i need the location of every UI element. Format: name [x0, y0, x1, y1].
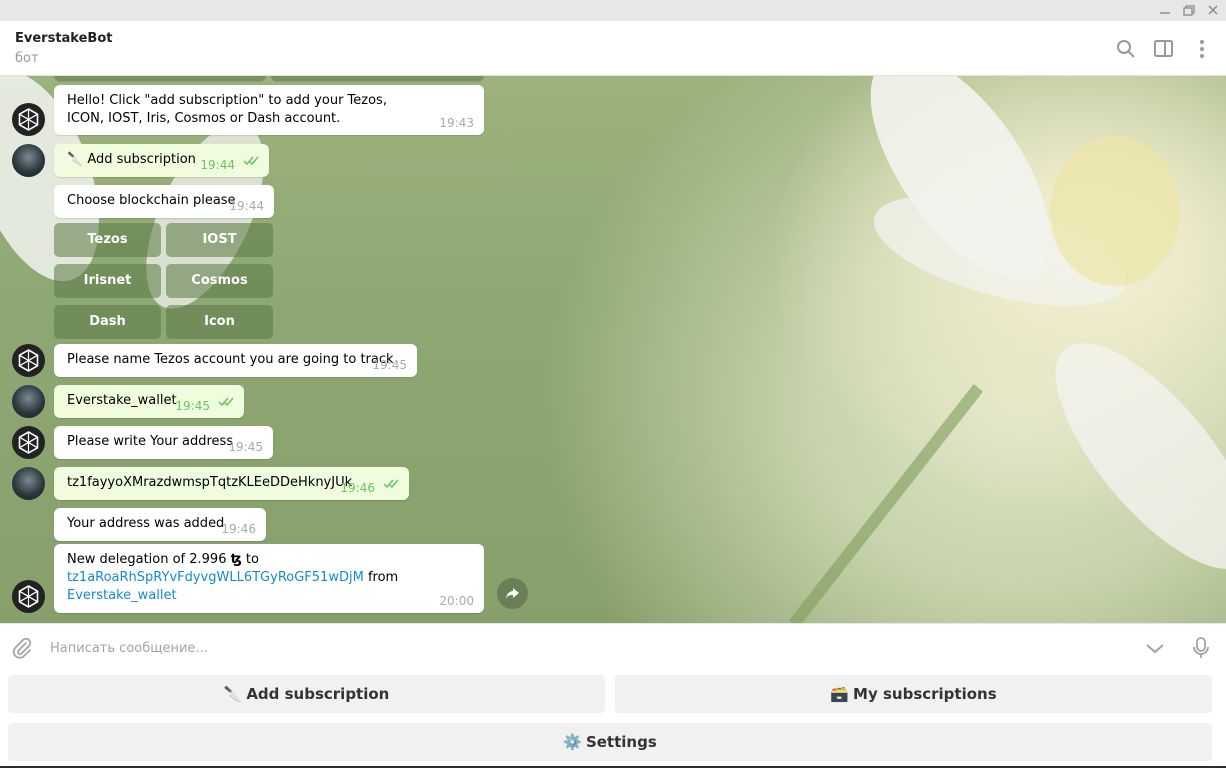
message-text: Choose blockchain please [67, 193, 236, 208]
message-bubble[interactable]: Please write Your address 19:45 [54, 426, 273, 459]
restore-icon[interactable] [1179, 2, 1199, 19]
chat-header: EverstakeBot бот [0, 21, 1226, 76]
previous-keyboard-button[interactable] [54, 76, 266, 81]
message-time: 19:45 [228, 440, 263, 454]
button-label: Settings [585, 733, 657, 751]
chevron-down-icon[interactable] [1143, 636, 1167, 660]
message-line: New delegation of 2.996 ꜩ to [67, 551, 471, 569]
inline-button-tezos[interactable]: Tezos [54, 223, 161, 257]
message-line: tz1aRoaRhSpRYvFdyvgWLL6TGyRoGF51wDjM fro… [67, 569, 471, 587]
message-text: from [367, 570, 399, 585]
message-time: 19:44 [200, 158, 235, 172]
card-file-box-icon: 🗃️ [830, 685, 850, 703]
message-text: Hello! Click "add subscription" to add y… [67, 93, 387, 126]
message-bubble[interactable]: Please name Tezos account you are going … [54, 344, 417, 377]
previous-keyboard-button[interactable] [271, 76, 484, 81]
message-text: Please write Your address [67, 434, 234, 449]
message-text: Please name Tezos account you are going … [67, 352, 394, 367]
inline-button-icon[interactable]: Icon [166, 305, 273, 339]
knife-emoji-icon: 🔪 [67, 152, 84, 167]
search-icon[interactable] [1114, 37, 1138, 61]
message-input[interactable] [50, 637, 1130, 659]
inline-button-irisnet[interactable]: Irisnet [54, 264, 161, 298]
inline-button-iost[interactable]: IOST [166, 223, 273, 257]
message-text: to [245, 552, 259, 567]
gear-icon: ⚙️ [563, 733, 582, 751]
tezos-currency-symbol: ꜩ [230, 552, 242, 567]
message-line: Everstake_wallet [67, 587, 471, 605]
bot-avatar[interactable] [12, 344, 45, 377]
message-bubble-outgoing[interactable]: Everstake_wallet 19:45 [54, 385, 244, 418]
read-ticks-icon [243, 154, 261, 172]
read-ticks-icon [383, 477, 401, 495]
settings-button[interactable]: ⚙️ Settings [8, 723, 1212, 761]
account-link[interactable]: Everstake_wallet [67, 588, 177, 603]
user-avatar[interactable] [12, 385, 45, 418]
message-bubble-outgoing[interactable]: tz1fayyoXMrazdwmspTqtzKLEeDDeHknyJUk 19:… [54, 467, 409, 500]
more-vertical-icon[interactable] [1190, 37, 1214, 61]
message-time: 19:43 [439, 116, 474, 130]
background-stem [788, 384, 984, 623]
chat-subtitle: бот [15, 51, 39, 66]
message-bubble-outgoing[interactable]: 🔪 Add subscription 19:44 [54, 144, 269, 177]
share-icon[interactable] [497, 578, 528, 609]
button-label: Add subscription [246, 685, 390, 703]
close-icon[interactable] [1203, 2, 1223, 19]
bot-avatar[interactable] [12, 426, 45, 459]
microphone-icon[interactable] [1189, 636, 1213, 660]
minimize-icon[interactable] [1155, 2, 1175, 19]
message-bubble[interactable]: Your address was added 19:46 [54, 508, 266, 541]
user-avatar[interactable] [12, 467, 45, 500]
reply-keyboard: 🔪 Add subscription 🗃️ My subscriptions ⚙️ S… [0, 670, 1226, 768]
background-petal [1022, 313, 1226, 599]
message-text: Add subscription [87, 152, 196, 167]
user-avatar[interactable] [12, 144, 45, 177]
bot-avatar[interactable] [12, 103, 45, 136]
sidebar-toggle-icon[interactable] [1152, 37, 1176, 61]
message-time: 20:00 [439, 594, 474, 608]
window-title-bar [0, 0, 1226, 21]
read-ticks-icon [218, 395, 236, 413]
message-text: tz1fayyoXMrazdwmspTqtzKLEeDDeHknyJUk [67, 475, 353, 490]
background-flower-center [1050, 136, 1180, 286]
message-bubble[interactable]: New delegation of 2.996 ꜩ to tz1aRoaRhSp… [54, 544, 484, 613]
chat-history[interactable]: Hello! Click "add subscription" to add y… [0, 76, 1226, 623]
my-subscriptions-button[interactable]: 🗃️ My subscriptions [615, 675, 1212, 713]
knife-icon: 🔪 [223, 685, 243, 703]
delegate-address-link[interactable]: tz1aRoaRhSpRYvFdyvgWLL6TGyRoGF51wDjM [67, 570, 364, 585]
inline-button-dash[interactable]: Dash [54, 305, 161, 339]
button-label: My subscriptions [853, 685, 997, 703]
paperclip-icon[interactable] [10, 636, 34, 660]
message-time: 19:46 [221, 522, 256, 536]
message-time: 19:44 [229, 199, 264, 213]
delegation-amount-text: New delegation of 2.996 [67, 552, 227, 567]
message-bubble[interactable]: Choose blockchain please 19:44 [54, 185, 274, 218]
message-text: Your address was added [67, 516, 225, 531]
message-time: 19:46 [340, 481, 375, 495]
message-bubble[interactable]: Hello! Click "add subscription" to add y… [54, 85, 484, 135]
inline-button-cosmos[interactable]: Cosmos [166, 264, 273, 298]
message-composer [0, 623, 1226, 670]
add-subscription-button[interactable]: 🔪 Add subscription [8, 675, 605, 713]
bot-avatar[interactable] [12, 580, 45, 613]
message-time: 19:45 [175, 399, 210, 413]
message-text: Everstake_wallet [67, 393, 177, 408]
message-time: 19:45 [372, 358, 407, 372]
chat-title[interactable]: EverstakeBot [15, 31, 112, 46]
